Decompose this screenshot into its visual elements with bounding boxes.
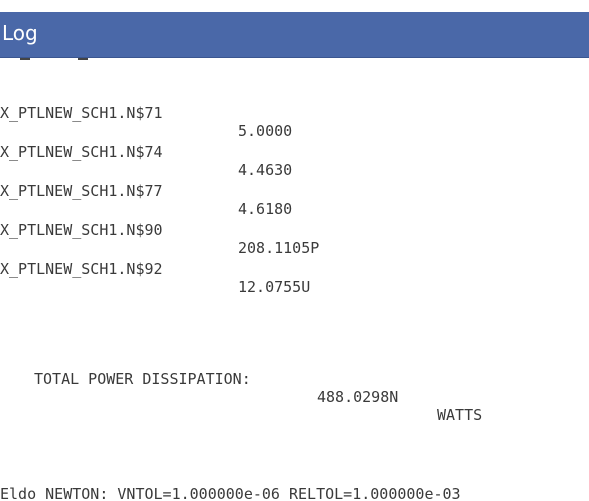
node-voltage: 5.0000 <box>238 122 293 140</box>
clipped-previous-line <box>20 58 88 64</box>
total-power-line: TOTAL POWER DISSIPATION: 488.0298N WATTS <box>34 352 482 442</box>
node-voltage: 4.4630 <box>238 161 293 179</box>
log-title-bar[interactable]: Log <box>0 12 589 58</box>
node-name: X_PTLNEW_SCH1.N$90 <box>0 221 163 239</box>
node-name: X_PTLNEW_SCH1.N$74 <box>0 143 163 161</box>
window-title: Log <box>2 21 38 45</box>
node-name: X_PTLNEW_SCH1.N$92 <box>0 260 163 278</box>
node-name: X_PTLNEW_SCH1.N$77 <box>0 182 163 200</box>
log-window: Log X_PTLNEW_SCH1.N$71 5.0000 X_PTLNEW_S… <box>0 0 589 501</box>
newton-settings-line: Eldo NEWTON: VNTOL=1.000000e-06 RELTOL=1… <box>0 485 461 501</box>
total-power-label: TOTAL POWER DISSIPATION: <box>34 370 251 388</box>
node-voltage: 4.6180 <box>238 200 293 218</box>
node-voltage: 12.0755U <box>238 278 311 296</box>
node-name: X_PTLNEW_SCH1.N$71 <box>0 104 163 122</box>
total-power-value: 488.0298N <box>317 388 399 406</box>
total-power-unit: WATTS <box>437 406 483 424</box>
log-row: X_PTLNEW_SCH1.N$92 12.0755U <box>0 242 310 314</box>
log-output-area[interactable]: X_PTLNEW_SCH1.N$71 5.0000 X_PTLNEW_SCH1.… <box>0 58 589 501</box>
node-voltage: 208.1105P <box>238 239 320 257</box>
